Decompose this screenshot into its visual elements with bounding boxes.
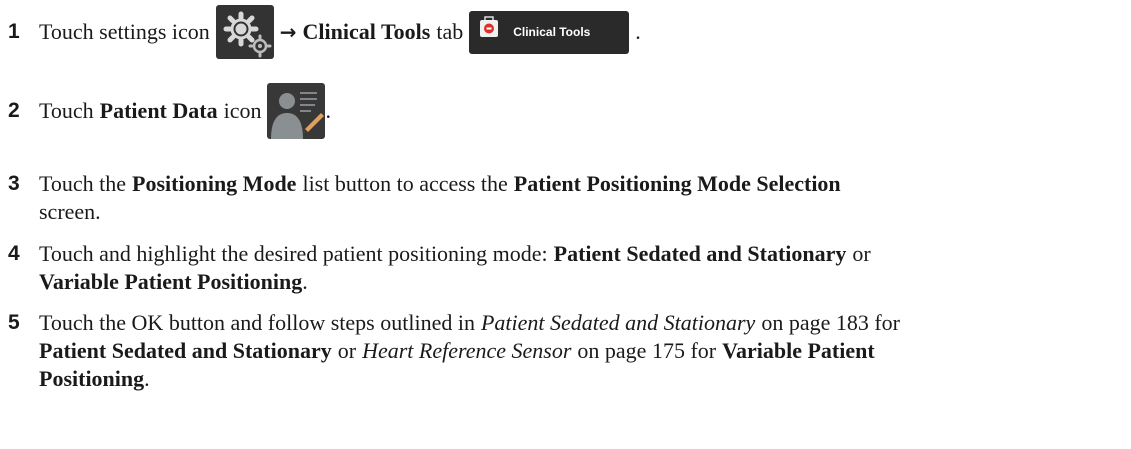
clinical-tools-label: Clinical Tools	[302, 19, 431, 44]
page-ref-1: on page 183 for	[761, 310, 901, 335]
gear-icon	[215, 5, 274, 59]
clinical-tools-tab-button[interactable]: Clinical Tools	[469, 10, 630, 54]
or-word: or	[852, 241, 871, 266]
or-word: or	[337, 338, 357, 363]
icon-word: icon	[223, 98, 262, 123]
medical-kit-icon	[479, 16, 499, 48]
step-number: 2	[8, 99, 20, 122]
period: .	[325, 98, 331, 123]
step-5: 5 Touch the OK button and follow steps o…	[0, 309, 1129, 393]
period: .	[635, 19, 641, 44]
step-3: 3 Touch the Positioning Mode list button…	[0, 170, 1129, 226]
step-number: 3	[8, 172, 20, 195]
arrow-icon: →	[279, 20, 297, 44]
step-number: 4	[8, 242, 20, 265]
bold-variable: Variable Patient	[722, 338, 875, 363]
step-text: Touch the	[39, 171, 127, 196]
step-text: Touch the OK button and follow steps out…	[39, 310, 475, 335]
option-sedated-label: Patient Sedated and Stationary	[553, 241, 847, 266]
bold-sedated: Patient Sedated and Stationary	[39, 338, 332, 363]
bold-positioning: Positioning	[39, 366, 145, 391]
reference-heart-sensor[interactable]: Heart Reference Sensor	[362, 337, 571, 365]
page-ref-2: on page 175 for	[577, 338, 717, 363]
option-variable-label: Variable Patient Positioning	[39, 269, 303, 294]
patient-silhouette-icon[interactable]	[267, 83, 326, 139]
step-text: Touch	[39, 98, 94, 123]
tab-word: tab	[436, 19, 464, 44]
positioning-mode-label: Positioning Mode	[132, 171, 297, 196]
reference-sedated[interactable]: Patient Sedated and Stationary	[481, 309, 755, 337]
step-4: 4 Touch and highlight the desired patien…	[0, 240, 1129, 296]
step-number: 5	[8, 311, 20, 334]
step-2: 2 Touch Patient Data icon .	[0, 83, 1129, 139]
step-text: Touch settings icon	[39, 19, 210, 44]
step-1: 1 Touch settings icon → Clinical Tools t…	[0, 5, 1129, 59]
tab-label: Clinical Tools	[513, 25, 591, 39]
step-number: 1	[8, 20, 20, 43]
step-text: Touch and highlight the desired patient …	[39, 241, 548, 266]
selection-screen-label: Patient Positioning Mode Selection	[513, 171, 841, 196]
period: .	[302, 269, 308, 294]
period: .	[144, 366, 150, 391]
patient-data-label: Patient Data	[99, 98, 218, 123]
step-text-line2: screen.	[39, 199, 101, 224]
step-text-mid: list button to access the	[302, 171, 508, 196]
